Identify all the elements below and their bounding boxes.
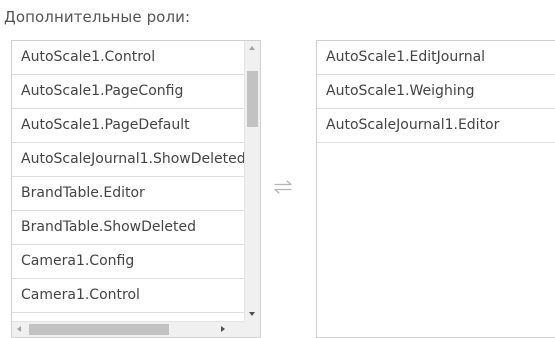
scroll-down-button[interactable] — [245, 307, 260, 321]
list-item[interactable]: AutoScaleJournal1.Editor — [317, 109, 555, 143]
scroll-left-button[interactable] — [12, 322, 26, 337]
vertical-scroll-thumb[interactable] — [247, 71, 258, 127]
available-roles-rows: AutoScale1.Control AutoScale1.PageConfig… — [12, 41, 244, 313]
list-item[interactable]: AutoScale1.PageConfig — [12, 75, 244, 109]
additional-roles-panel: Дополнительные роли: AutoScale1.Control … — [0, 0, 555, 338]
list-item[interactable]: Camera1.Config — [12, 245, 244, 279]
section-title: Дополнительные роли: — [4, 8, 191, 26]
scroll-right-arrow-icon — [221, 326, 225, 332]
list-item[interactable]: AutoScale1.Weighing — [317, 75, 555, 109]
assigned-roles-rows: AutoScale1.EditJournal AutoScale1.Weighi… — [317, 41, 555, 143]
scroll-up-arrow-icon — [249, 46, 255, 50]
list-item[interactable]: BrandTable.Editor — [12, 177, 244, 211]
available-roles-list[interactable]: AutoScale1.Control AutoScale1.PageConfig… — [11, 40, 261, 338]
scroll-right-button[interactable] — [216, 322, 230, 337]
horizontal-scroll-thumb[interactable] — [29, 324, 169, 335]
scroll-down-arrow-icon — [249, 312, 255, 316]
scroll-up-button[interactable] — [245, 41, 260, 55]
list-item[interactable]: AutoScaleJournal1.ShowDeleted — [12, 143, 244, 177]
list-item[interactable]: AutoScale1.EditJournal — [317, 41, 555, 75]
list-item[interactable]: AutoScale1.Control — [12, 41, 244, 75]
vertical-scrollbar[interactable] — [244, 41, 260, 321]
horizontal-scrollbar[interactable] — [12, 321, 244, 337]
list-item[interactable]: Camera1.Control — [12, 279, 244, 313]
assigned-roles-list[interactable]: AutoScale1.EditJournal AutoScale1.Weighi… — [316, 40, 555, 338]
scroll-left-arrow-icon — [17, 326, 21, 332]
scrollbar-corner — [244, 321, 260, 337]
list-item[interactable]: AutoScale1.PageDefault — [12, 109, 244, 143]
list-item[interactable]: BrandTable.ShowDeleted — [12, 211, 244, 245]
swap-arrows-icon[interactable] — [272, 180, 294, 194]
